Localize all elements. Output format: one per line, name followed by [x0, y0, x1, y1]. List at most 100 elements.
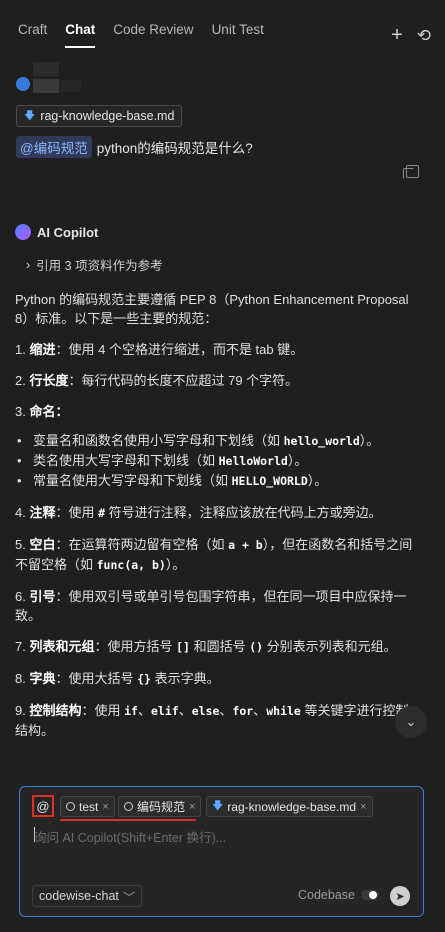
separator: 、 — [253, 703, 267, 718]
item-number: 2. — [15, 373, 26, 388]
tab-bar: Craft Chat Code Review Unit Test — [18, 22, 264, 48]
answer-item: 6. 引号：使用双引号或单引号包围字符串，但在同一项目中应保持一致。 — [15, 587, 418, 625]
item-text: 分别表示列表和元组。 — [263, 639, 397, 654]
close-icon[interactable]: × — [189, 801, 195, 813]
item-title: 缩进 — [29, 342, 56, 357]
item-number: 8. — [15, 671, 26, 686]
references-label: 引用 3 项资料作为参考 — [36, 259, 163, 273]
list-item: 变量名和函数名使用小写字母和下划线（如 hello_world）。 — [15, 431, 418, 451]
item-title: 空白 — [29, 537, 56, 552]
context-chip-file[interactable]: 🡇 rag-knowledge-base.md × — [206, 796, 373, 817]
inline-code: HELLO_WORLD — [231, 474, 308, 488]
inline-code: elif — [150, 704, 179, 718]
chip-label: test — [79, 799, 99, 814]
item-title: 行长度 — [29, 373, 69, 388]
bot-name: AI Copilot — [37, 224, 99, 240]
item-title: 注释 — [29, 505, 56, 520]
tab-chat[interactable]: Chat — [65, 22, 96, 48]
mention-button[interactable]: @ — [32, 795, 54, 817]
item-title: 字典 — [29, 671, 56, 686]
copilot-logo-icon — [15, 224, 31, 240]
context-chip-coding-standard[interactable]: 编码规范 × — [118, 796, 202, 817]
item-text: ：使用 4 个空格进行缩进，而不是 tab 键。 — [55, 342, 304, 357]
mention-tag[interactable]: @编码规范 — [16, 136, 92, 158]
inline-code: # — [98, 506, 106, 520]
model-label: codewise-chat — [39, 889, 119, 903]
chip-label: rag-knowledge-base.md — [227, 799, 357, 814]
list-item: 类名使用大写字母和下划线（如 HelloWorld）。 — [15, 451, 418, 471]
bullet-text: ）。 — [287, 453, 308, 468]
scroll-down-button[interactable]: ⌄ — [395, 706, 427, 738]
inline-code: HelloWorld — [218, 454, 288, 468]
item-number: 6. — [15, 589, 26, 604]
list-item: 常量名使用大写字母和下划线（如 HELLO_WORLD）。 — [15, 471, 418, 491]
close-icon[interactable]: × — [360, 801, 366, 813]
inline-code: while — [266, 704, 301, 718]
chat-input-box[interactable]: @ test × 编码规范 × 🡇 rag-knowledge-base.md … — [19, 786, 424, 917]
inline-code: [] — [176, 640, 190, 654]
item-text: ：使用大括号 — [55, 671, 138, 686]
answer-item: 7. 列表和元组：使用方括号 [] 和圆括号 () 分别表示列表和元组。 — [15, 637, 418, 657]
tab-unit-test[interactable]: Unit Test — [212, 22, 264, 48]
top-actions: + ⟲ — [391, 24, 431, 47]
separator: 、 — [178, 703, 192, 718]
naming-list: 变量名和函数名使用小写字母和下划线（如 hello_world）。 类名使用大写… — [15, 431, 418, 491]
item-text: ：在运算符两边留有空格（如 — [55, 537, 229, 552]
bullet-text: 类名使用大写字母和下划线（如 — [33, 453, 219, 468]
file-icon: 🡇 — [24, 109, 36, 122]
chevron-down-icon: ⌄ — [405, 714, 417, 729]
close-icon[interactable]: × — [102, 801, 108, 813]
item-text: ：使用 — [55, 505, 99, 520]
item-title: 引号 — [29, 589, 56, 604]
chevron-down-icon: ﹀ — [122, 890, 136, 905]
codebase-label: Codebase — [298, 888, 355, 902]
attached-file-chip[interactable]: 🡇 rag-knowledge-base.md — [16, 105, 183, 127]
answer-item: 8. 字典：使用大括号 {} 表示字典。 — [15, 669, 418, 689]
new-chat-icon[interactable]: + — [391, 24, 403, 47]
bulb-icon — [66, 802, 75, 811]
answer-item: 9. 控制结构：使用 if、elif、else、for、while 等关键字进行… — [15, 701, 418, 740]
window-top-strip — [0, 0, 445, 6]
attached-file-name: rag-knowledge-base.md — [40, 109, 175, 123]
send-button[interactable]: ➤ — [390, 886, 410, 906]
item-text: ：使用双引号或单引号包围字符串，但在同一项目中应保持一致。 — [15, 589, 407, 623]
bot-header: AI Copilot — [15, 224, 98, 240]
separator: 、 — [219, 703, 233, 718]
highlight-underline — [60, 819, 196, 821]
bullet-text: 变量名和函数名使用小写字母和下划线（如 — [33, 433, 284, 448]
item-text: ：使用方括号 — [94, 639, 177, 654]
item-text: 表示字典。 — [150, 671, 220, 686]
item-text: 和圆括号 — [189, 639, 250, 654]
answer-item: 4. 注释：使用 # 符号进行注释，注释应该放在代码上方或旁边。 — [15, 503, 418, 523]
context-chip-test[interactable]: test × — [60, 796, 115, 817]
history-icon[interactable]: ⟲ — [417, 26, 431, 46]
tab-craft[interactable]: Craft — [18, 22, 47, 48]
bullet-text: ）。 — [307, 473, 328, 488]
bullet-text: 常量名使用大写字母和下划线（如 — [33, 473, 232, 488]
item-title: 控制结构 — [29, 703, 82, 718]
codebase-toggle[interactable]: Codebase — [298, 888, 379, 902]
separator: 、 — [137, 703, 151, 718]
item-text: ：使用 — [81, 703, 125, 718]
model-select[interactable]: codewise-chat ﹀ — [32, 885, 143, 907]
answer-item: 5. 空白：在运算符两边留有空格（如 a + b），但在函数名和括号之间不留空格… — [15, 535, 418, 575]
toggle-switch[interactable] — [361, 890, 379, 900]
answer-body: Python 的编码规范主要遵循 PEP 8（Python Enhancemen… — [15, 290, 418, 752]
item-number: 9. — [15, 703, 26, 718]
inline-code: {} — [137, 672, 151, 686]
user-avatar-icon — [16, 77, 30, 91]
question-text: python的编码规范是什么? — [96, 141, 253, 156]
redacted-username — [33, 79, 59, 93]
inline-code: if — [124, 704, 138, 718]
user-question: @编码规范 python的编码规范是什么? — [16, 136, 253, 158]
redacted-block — [33, 62, 59, 76]
inline-code: hello_world — [283, 434, 360, 448]
chevron-right-icon: › — [26, 257, 31, 272]
copy-icon[interactable] — [403, 165, 419, 179]
item-text: ）。 — [165, 557, 186, 572]
inline-code: for — [232, 704, 254, 718]
chat-input[interactable]: 询问 AI Copilot(Shift+Enter 换行)... — [34, 827, 226, 846]
answer-intro: Python 的编码规范主要遵循 PEP 8（Python Enhancemen… — [15, 292, 409, 326]
references-toggle[interactable]: › 引用 3 项资料作为参考 — [26, 255, 163, 274]
tab-code-review[interactable]: Code Review — [113, 22, 193, 48]
